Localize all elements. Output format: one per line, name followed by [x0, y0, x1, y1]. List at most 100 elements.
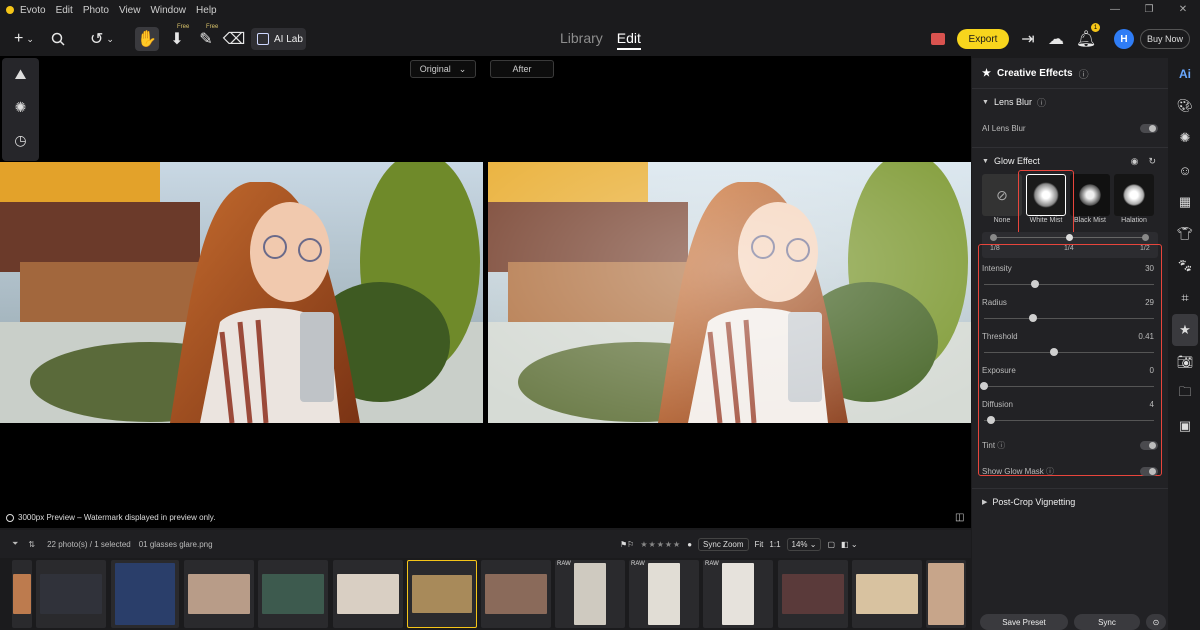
- compare-original-select[interactable]: Original ⌄: [410, 60, 476, 78]
- size-stop[interactable]: [1142, 234, 1149, 241]
- compare-view-icon[interactable]: ◧ ⌄: [841, 540, 857, 549]
- hand-tool-icon[interactable]: ✋: [135, 27, 159, 51]
- menu-evoto[interactable]: Evoto: [20, 5, 46, 16]
- thumbnail[interactable]: [111, 560, 179, 628]
- color-label-icon[interactable]: ●: [687, 540, 692, 549]
- notification-bell-icon[interactable]: 🔔︎ 1: [1074, 23, 1100, 51]
- thumbnail[interactable]: [36, 560, 106, 628]
- slider-track[interactable]: [984, 420, 1154, 421]
- size-stop[interactable]: [1066, 234, 1073, 241]
- one-to-one-button[interactable]: 1:1: [769, 540, 780, 549]
- export-button[interactable]: Export: [957, 29, 1009, 49]
- close-icon[interactable]: ✕: [1166, 0, 1200, 20]
- slider-value[interactable]: 29: [1145, 298, 1154, 307]
- slider-track[interactable]: [984, 352, 1154, 353]
- menu-photo[interactable]: Photo: [83, 5, 109, 16]
- help-icon[interactable]: ⓘ: [1046, 467, 1054, 476]
- sync-button[interactable]: Sync: [1074, 614, 1140, 630]
- sync-zoom-button[interactable]: Sync Zoom: [698, 538, 749, 551]
- thumbnail[interactable]: [926, 560, 966, 628]
- texture-icon[interactable]: ✺: [1170, 122, 1200, 154]
- help-icon[interactable]: ⓘ: [1037, 96, 1046, 109]
- texture-icon[interactable]: ✺: [2, 91, 39, 124]
- slider-handle[interactable]: [980, 382, 988, 390]
- slider-exposure[interactable]: Exposure 0: [972, 362, 1168, 396]
- palette-icon[interactable]: 🎨︎: [1170, 90, 1200, 122]
- effect-black-mist[interactable]: Black Mist: [1070, 174, 1110, 226]
- slider-value[interactable]: 30: [1145, 264, 1154, 273]
- split-view-icon[interactable]: ◫: [955, 512, 964, 523]
- cloud-icon[interactable]: ☁: [1044, 27, 1068, 51]
- thumbnail[interactable]: [12, 560, 32, 628]
- effect-white-mist[interactable]: White Mist: [1026, 174, 1066, 226]
- minimize-icon[interactable]: —: [1098, 0, 1132, 20]
- sync-settings-icon[interactable]: ⊙: [1146, 614, 1166, 630]
- sticker-icon[interactable]: ▣: [1170, 410, 1200, 442]
- ai-icon[interactable]: Ai: [1170, 58, 1200, 90]
- flag-icon[interactable]: ⚑⚐: [620, 540, 634, 549]
- help-icon[interactable]: ⓘ: [1079, 66, 1089, 81]
- slider-value[interactable]: 0: [1150, 366, 1154, 375]
- shirt-icon[interactable]: 👕︎: [1170, 218, 1200, 250]
- fit-button[interactable]: Fit: [755, 540, 764, 549]
- menu-window[interactable]: Window: [150, 5, 186, 16]
- slider-track[interactable]: [984, 386, 1154, 387]
- size-stop[interactable]: [990, 234, 997, 241]
- lens-blur-header[interactable]: ▼ Lens Blur ⓘ: [972, 89, 1168, 115]
- paw-icon[interactable]: 🐾︎: [1170, 250, 1200, 282]
- post-crop-vignetting-header[interactable]: ▶ Post-Crop Vignetting: [972, 489, 1168, 515]
- crop-icon[interactable]: ⌗: [1170, 282, 1200, 314]
- ai-lab-button[interactable]: AI Lab: [251, 28, 306, 50]
- thumbnail[interactable]: [258, 560, 328, 628]
- slider-handle[interactable]: [1029, 314, 1038, 322]
- menu-help[interactable]: Help: [196, 5, 217, 16]
- thumbnail[interactable]: RAW: [703, 560, 773, 628]
- eraser-icon[interactable]: ⌫: [222, 27, 246, 51]
- slider-handle[interactable]: [986, 416, 995, 424]
- healing-brush-icon[interactable]: Free ✎: [194, 24, 218, 51]
- effect-none[interactable]: ⊘ None: [982, 174, 1022, 226]
- add-icon[interactable]: + ⌄: [8, 27, 40, 51]
- filter-icon[interactable]: ⏷: [12, 539, 18, 549]
- creative-effects-icon[interactable]: ★: [1172, 314, 1198, 346]
- thumbnail[interactable]: [333, 560, 403, 628]
- ai-lens-blur-toggle[interactable]: [1140, 123, 1158, 133]
- reset-icon[interactable]: ↻: [1148, 156, 1156, 167]
- rating-stars[interactable]: ★★★★★: [640, 540, 681, 549]
- single-view-icon[interactable]: ▢: [827, 540, 835, 549]
- slider-handle[interactable]: [1031, 280, 1039, 288]
- help-icon[interactable]: ⓘ: [997, 441, 1005, 450]
- effect-halation[interactable]: Halation: [1114, 174, 1154, 226]
- sort-icon[interactable]: ⇅: [28, 540, 35, 549]
- search-icon[interactable]: [46, 27, 70, 51]
- menu-edit[interactable]: Edit: [56, 5, 73, 16]
- slider-track[interactable]: [984, 284, 1154, 285]
- glow-effect-header[interactable]: ▼ Glow Effect ◉ ↻: [972, 148, 1168, 174]
- tab-library[interactable]: Library: [560, 30, 603, 50]
- glow-size-selector[interactable]: 1/8 1/4 1/2: [982, 232, 1158, 258]
- eye-icon[interactable]: ◉: [1131, 156, 1139, 167]
- slider-value[interactable]: 4: [1150, 400, 1154, 409]
- grid-icon[interactable]: ▦: [1170, 186, 1200, 218]
- gift-icon[interactable]: [926, 27, 950, 51]
- slider-handle[interactable]: [1049, 348, 1058, 356]
- maximize-icon[interactable]: ❐: [1132, 0, 1166, 20]
- thumbnail-selected[interactable]: [407, 560, 477, 628]
- thumbnail[interactable]: RAW: [629, 560, 699, 628]
- thumbnail[interactable]: [481, 560, 551, 628]
- undo-icon[interactable]: ↺ ⌄: [86, 27, 118, 51]
- slider-radius[interactable]: Radius 29: [972, 294, 1168, 328]
- clone-stamp-icon[interactable]: Free ⬇: [165, 24, 189, 51]
- camera-icon[interactable]: 📷︎: [1170, 346, 1200, 378]
- show-glow-mask-toggle[interactable]: [1140, 466, 1158, 476]
- folder-icon[interactable]: 🗀: [1170, 378, 1200, 410]
- menu-view[interactable]: View: [119, 5, 141, 16]
- slider-value[interactable]: 0.41: [1138, 332, 1154, 341]
- avatar[interactable]: H: [1114, 29, 1134, 49]
- face-icon[interactable]: ☺: [1170, 154, 1200, 186]
- save-preset-button[interactable]: Save Preset: [980, 614, 1068, 630]
- slider-track[interactable]: [984, 318, 1154, 319]
- thumbnail[interactable]: [184, 560, 254, 628]
- portrait-adjust-icon[interactable]: ⛰: [2, 58, 39, 91]
- thumbnail[interactable]: [852, 560, 922, 628]
